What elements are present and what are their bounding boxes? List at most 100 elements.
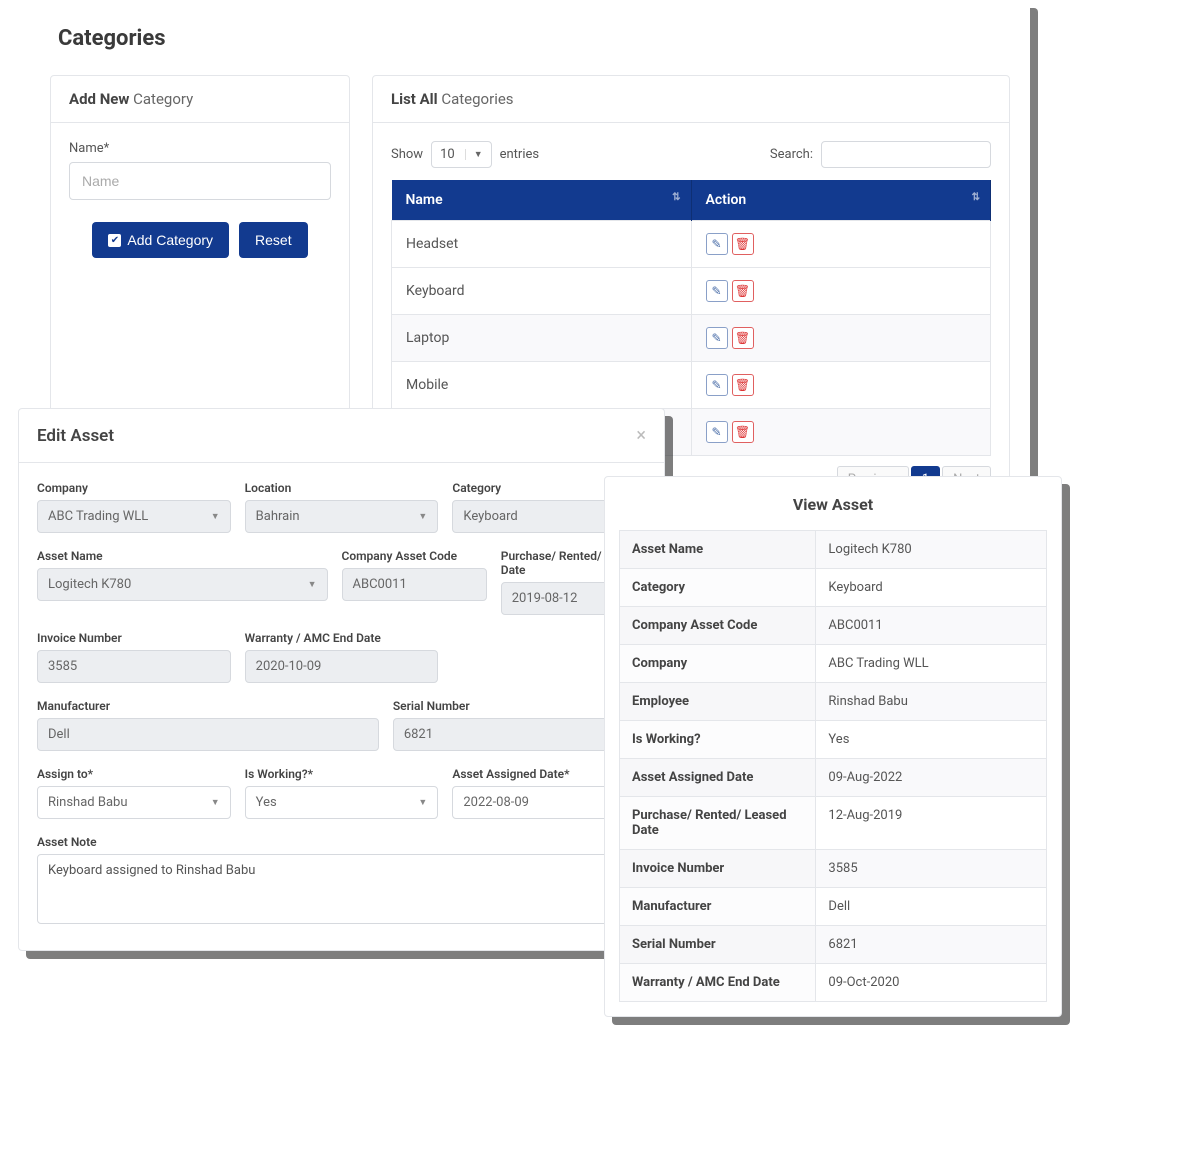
invoice-field: 3585 [37,650,231,683]
view-key: Invoice Number [620,850,816,888]
reset-btn-label: Reset [255,232,292,248]
table-row: Mobile✎🗑 [392,362,991,409]
category-name-cell: Keyboard [392,268,692,315]
view-row: CompanyABC Trading WLL [620,645,1047,683]
view-key: Is Working? [620,721,816,759]
action-cell: ✎🗑 [691,362,991,409]
manufacturer-label: Manufacturer [37,699,379,713]
asset-note-textarea[interactable] [37,854,646,924]
view-value: 09-Oct-2020 [816,964,1047,1002]
action-cell: ✎🗑 [691,315,991,362]
page-size-select[interactable]: 10 ▼ [431,141,492,168]
company-value: ABC Trading WLL [48,509,148,524]
warranty-label: Warranty / AMC End Date [245,631,439,645]
search-label: Search: [770,147,813,162]
view-row: Purchase/ Rented/ Leased Date12-Aug-2019 [620,797,1047,850]
edit-icon[interactable]: ✎ [706,233,728,255]
asset-name-label: Asset Name [37,549,328,563]
edit-icon[interactable]: ✎ [706,374,728,396]
view-value: 6821 [816,926,1047,964]
is-working-select[interactable]: Yes ▼ [245,786,439,819]
trash-icon[interactable]: 🗑 [732,374,754,396]
view-row: Is Working?Yes [620,721,1047,759]
view-value: 3585 [816,850,1047,888]
company-select[interactable]: ABC Trading WLL▼ [37,500,231,533]
view-value: ABC Trading WLL [816,645,1047,683]
sort-icon: ⇅ [972,192,980,203]
list-header: List All Categories [373,76,1009,123]
cac-value: ABC0011 [353,577,407,592]
caret-down-icon: ▼ [211,797,220,808]
view-value: Logitech K780 [816,531,1047,569]
caret-down-icon: ▼ [418,797,427,808]
view-asset-title: View Asset [605,477,1061,530]
table-row: Headset✎🗑 [392,221,991,268]
close-icon[interactable]: × [636,425,646,446]
col-name-label: Name [406,192,443,208]
sort-icon: ⇅ [672,192,680,203]
add-header-bold: Add New [69,90,129,108]
col-action[interactable]: Action ⇅ [691,180,991,221]
search-input[interactable] [821,141,991,168]
view-key: Serial Number [620,926,816,964]
trash-icon[interactable]: 🗑 [732,233,754,255]
note-label: Asset Note [37,835,646,849]
assign-label: Assign to* [37,767,231,781]
caret-down-icon: ▼ [465,149,483,160]
asset-name-select[interactable]: Logitech K780▼ [37,568,328,601]
trash-icon[interactable]: 🗑 [732,421,754,443]
caret-down-icon: ▼ [308,579,317,590]
view-key: Warranty / AMC End Date [620,964,816,1002]
action-cell: ✎🗑 [691,221,991,268]
view-row: ManufacturerDell [620,888,1047,926]
view-row: EmployeeRinshad Babu [620,683,1047,721]
add-category-button[interactable]: ✔ Add Category [92,222,229,258]
edit-icon[interactable]: ✎ [706,327,728,349]
edit-icon[interactable]: ✎ [706,280,728,302]
trash-icon[interactable]: 🗑 [732,327,754,349]
assign-to-select[interactable]: Rinshad Babu▼ [37,786,231,819]
view-key: Asset Name [620,531,816,569]
category-value: Keyboard [463,509,517,524]
prl-value: 2019-08-12 [512,591,578,606]
view-row: Asset Assigned Date09-Aug-2022 [620,759,1047,797]
view-row: Invoice Number3585 [620,850,1047,888]
cac-field: ABC0011 [342,568,487,601]
view-value: Dell [816,888,1047,926]
view-key: Asset Assigned Date [620,759,816,797]
view-asset-modal: View Asset Asset NameLogitech K780Catego… [604,476,1062,1017]
view-value: Keyboard [816,569,1047,607]
edit-asset-modal: Edit Asset × Company ABC Trading WLL▼ Lo… [18,408,665,951]
view-value: Yes [816,721,1047,759]
action-cell: ✎🗑 [691,268,991,315]
trash-icon[interactable]: 🗑 [732,280,754,302]
warranty-field: 2020-10-09 [245,650,439,683]
assigned-date-value: 2022-08-09 [463,795,529,810]
category-name-cell: Headset [392,221,692,268]
edit-icon[interactable]: ✎ [706,421,728,443]
action-cell: ✎🗑 [691,409,991,456]
view-key: Manufacturer [620,888,816,926]
view-key: Purchase/ Rented/ Leased Date [620,797,816,850]
category-name-cell: Laptop [392,315,692,362]
location-select[interactable]: Bahrain▼ [245,500,439,533]
reset-button[interactable]: Reset [239,222,308,258]
view-value: 12-Aug-2019 [816,797,1047,850]
company-label: Company [37,481,231,495]
view-row: Asset NameLogitech K780 [620,531,1047,569]
working-label: Is Working?* [245,767,439,781]
page-size-value: 10 [440,147,455,162]
view-row: Warranty / AMC End Date09-Oct-2020 [620,964,1047,1002]
view-key: Company Asset Code [620,607,816,645]
view-row: Serial Number6821 [620,926,1047,964]
add-header-light: Category [129,90,193,108]
working-value: Yes [256,795,277,810]
invoice-label: Invoice Number [37,631,231,645]
list-header-light: Categories [438,90,514,108]
entries-label: entries [500,147,540,162]
view-value: Rinshad Babu [816,683,1047,721]
col-name[interactable]: Name ⇅ [392,180,692,221]
serial-value: 6821 [404,727,433,742]
name-input[interactable] [69,162,331,200]
view-key: Company [620,645,816,683]
